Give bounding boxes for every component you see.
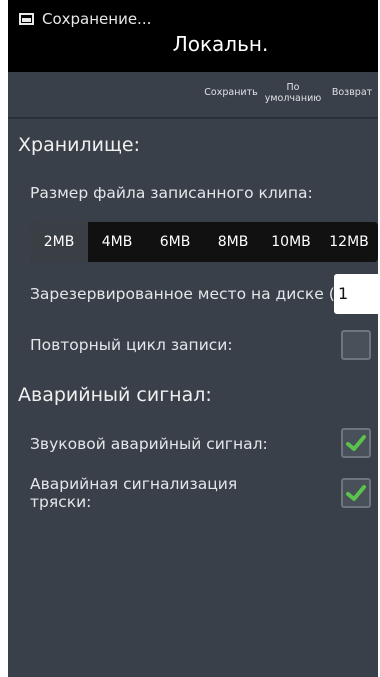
status-notification-text: Сохранение... [42,10,152,28]
loop-recording-checkbox[interactable] [341,330,371,360]
settings-screen: Сохранение... Локальн. Сохранить По умол… [8,0,378,677]
clip-size-option-2mb[interactable]: 2MB [30,222,88,262]
clip-size-selector: 2MB 4MB 6MB 8MB 10MB 12MB [30,222,378,262]
page-title: Локальн. [172,32,269,56]
clip-size-option-12mb[interactable]: 12MB [320,222,378,262]
storage-section-title: Хранилище: [18,134,140,156]
default-button[interactable]: По умолчанию [263,82,323,104]
shake-alarm-label: Аварийная сигнализация тряски: [30,475,238,511]
action-bar: Сохранить По умолчанию Возврат [8,72,378,119]
sound-alarm-label: Звуковой аварийный сигнал: [30,435,268,453]
alarm-section-title: Аварийный сигнал: [18,384,212,406]
image-icon [19,13,34,25]
reserved-space-input[interactable]: 1 [334,274,378,314]
sound-alarm-checkbox[interactable] [341,428,371,458]
clip-size-option-6mb[interactable]: 6MB [146,222,204,262]
clip-size-option-10mb[interactable]: 10MB [262,222,320,262]
check-icon [346,485,366,501]
clip-size-option-8mb[interactable]: 8MB [204,222,262,262]
clip-size-option-4mb[interactable]: 4MB [88,222,146,262]
shake-alarm-checkbox[interactable] [341,478,371,508]
reserved-space-label: Зарезервированное место на диске (MB): [30,285,371,303]
clip-size-label: Размер файла записанного клипа: [30,184,313,202]
check-icon [346,435,366,451]
status-bar: Сохранение... Локальн. [8,0,378,72]
back-button[interactable]: Возврат [326,87,378,98]
save-button[interactable]: Сохранить [199,87,263,98]
loop-recording-label: Повторный цикл записи: [30,336,233,354]
